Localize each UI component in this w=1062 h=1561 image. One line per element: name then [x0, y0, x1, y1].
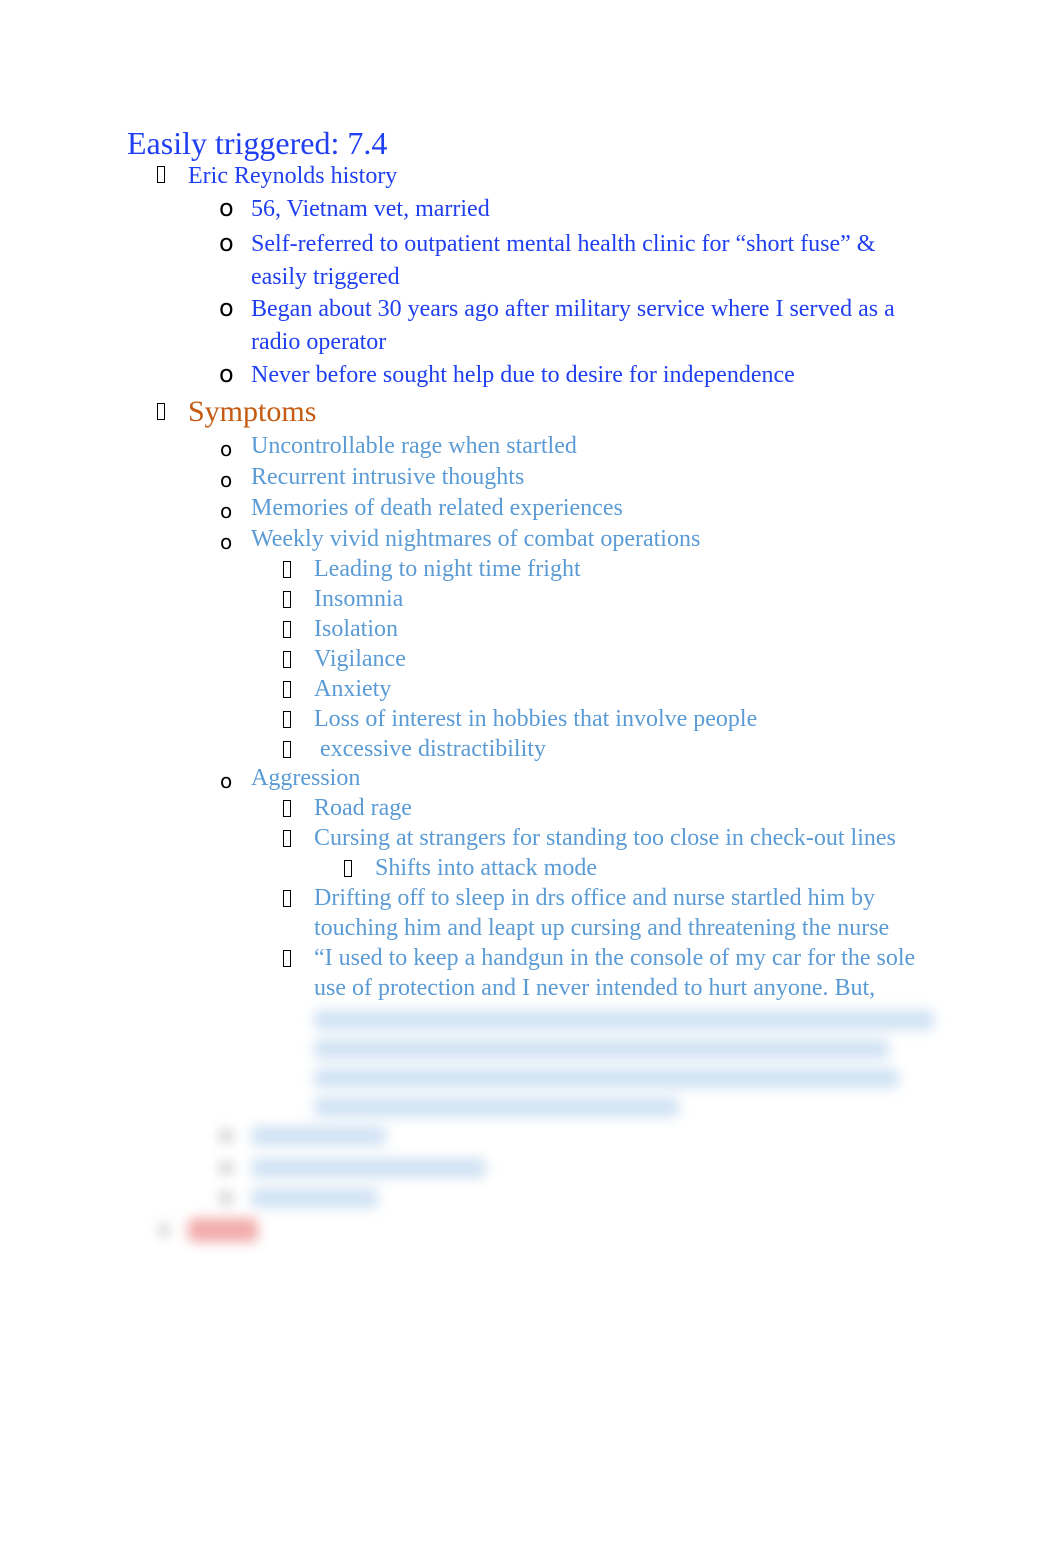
circle-bullet-icon: o [219, 194, 234, 222]
history-item-cont: easily triggered [251, 264, 400, 290]
aggression-label: Aggression [251, 765, 361, 791]
nightmare-effect-item: Isolation [314, 616, 398, 642]
circle-bullet-icon: o [220, 530, 233, 554]
aggression-subitem: Shifts into attack mode [375, 855, 597, 881]
symptom-item: Memories of death related experiences [251, 495, 623, 521]
history-item: Began about 30 years ago after military … [251, 296, 895, 322]
nightmare-effect-item: Loss of interest in hobbies that involve… [314, 706, 758, 732]
square-bullet-icon [283, 651, 291, 672]
aggression-item-cont: use of protection and I never intended t… [314, 975, 876, 1001]
circle-bullet-icon: o [220, 499, 233, 523]
section-history-label: Eric Reynolds history [188, 163, 398, 189]
nightmare-effect-item: Insomnia [314, 586, 404, 612]
square-bullet-icon [283, 800, 291, 821]
circle-bullet-icon: o [219, 294, 234, 322]
history-item: Self-referred to outpatient mental healt… [251, 231, 876, 257]
aggression-item: Cursing at strangers for standing too cl… [314, 825, 896, 851]
circle-bullet-icon: o [219, 229, 234, 257]
circle-bullet-icon: o [220, 769, 233, 793]
square-bullet-icon [283, 890, 291, 911]
square-bullet-icon [283, 950, 291, 971]
circle-bullet-icon: o [220, 437, 233, 461]
square-bullet-icon [283, 561, 291, 582]
square-bullet-icon [283, 741, 291, 762]
history-item-cont: radio operator [251, 329, 387, 355]
aggression-item: Drifting off to sleep in drs office and … [314, 885, 875, 911]
page-title: Easily triggered: 7.4 [127, 125, 388, 161]
square-bullet-icon [157, 166, 165, 187]
nightmare-effect-item: Anxiety [314, 676, 392, 702]
symptom-item: Recurrent intrusive thoughts [251, 464, 525, 490]
section-symptoms-label: Symptoms [188, 395, 317, 428]
aggression-item: Road rage [314, 795, 412, 821]
aggression-item: “I used to keep a handgun in the console… [314, 945, 916, 971]
nightmare-effect-item: Vigilance [314, 646, 406, 672]
history-item: Never before sought help due to desire f… [251, 362, 795, 388]
symptom-item: Uncontrollable rage when startled [251, 433, 577, 459]
square-bullet-icon [283, 711, 291, 732]
square-bullet-icon [344, 860, 352, 881]
circle-bullet-icon: o [220, 468, 233, 492]
circle-bullet-icon: o [219, 360, 234, 388]
square-bullet-icon [283, 621, 291, 642]
aggression-item-cont: touching him and leapt up cursing and th… [314, 915, 890, 941]
symptom-item: Weekly vivid nightmares of combat operat… [251, 526, 701, 552]
square-bullet-icon [283, 681, 291, 702]
nightmare-effect-item: Leading to night time fright [314, 556, 581, 582]
square-bullet-icon [283, 830, 291, 851]
square-bullet-icon [157, 403, 165, 424]
square-bullet-icon [283, 591, 291, 612]
history-item: 56, Vietnam vet, married [251, 196, 490, 222]
